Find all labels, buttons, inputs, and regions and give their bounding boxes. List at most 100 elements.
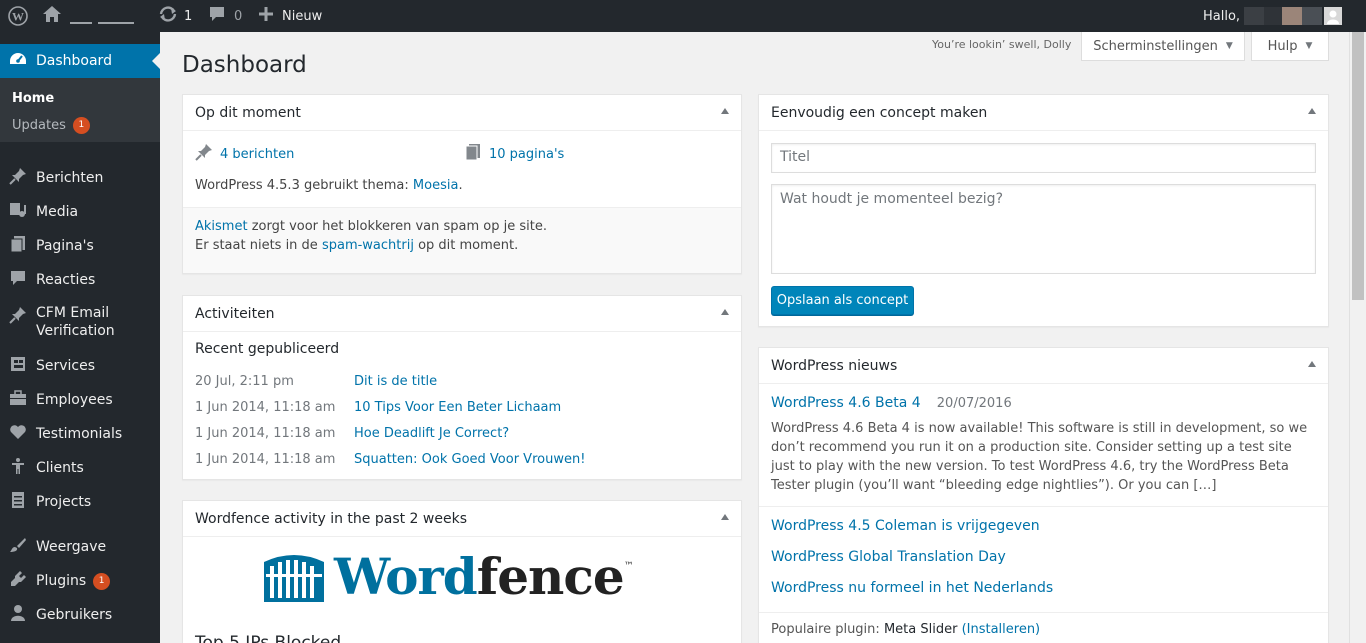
plus-icon: [258, 6, 274, 26]
activity-widget: Activiteiten Recent gepubliceerd 20 Jul,…: [182, 295, 742, 480]
scrollbar-thumb[interactable]: [1352, 32, 1364, 300]
my-account-link[interactable]: Hallo,: [1203, 0, 1343, 32]
pin-icon: [0, 167, 36, 189]
caret-down-icon: ▼: [1305, 41, 1313, 51]
services-icon: [0, 355, 36, 377]
widget-header[interactable]: Op dit moment: [183, 95, 741, 131]
menu-weergave[interactable]: Weergave: [0, 537, 160, 557]
heart-icon: [0, 423, 36, 445]
menu-clients[interactable]: Clients: [0, 458, 160, 478]
svg-text:W: W: [12, 10, 24, 24]
akismet-line: Akismet zorgt voor het blokkeren van spa…: [195, 219, 547, 234]
username-redacted: [1282, 7, 1303, 25]
menu-cfm-email-verification[interactable]: CFM Email Verification: [0, 304, 160, 340]
comment-icon: [208, 5, 226, 27]
news-link[interactable]: WordPress Global Translation Day: [771, 549, 1006, 565]
collapse-toggle-icon[interactable]: [1308, 361, 1316, 367]
admin-menu: Dashboard Home Updates 1 Berichten Media…: [0, 32, 160, 643]
posts-count-link[interactable]: 4 berichten: [195, 143, 294, 165]
activity-post-link[interactable]: Hoe Deadlift Je Correct?: [354, 426, 509, 441]
spam-text-after: op dit moment.: [413, 238, 519, 253]
menu-label: Reacties: [36, 272, 96, 288]
activity-post-link[interactable]: Dit is de title: [354, 374, 437, 389]
popular-plugin: Populaire plugin: Meta Slider (Installer…: [771, 622, 1040, 637]
submenu-home[interactable]: Home: [12, 91, 54, 106]
clients-icon: [0, 457, 36, 479]
top-ips-heading: Top 5 IPs Blocked: [195, 633, 342, 643]
collapse-toggle-icon[interactable]: [721, 108, 729, 114]
pages-count-link[interactable]: 10 pagina's: [465, 143, 564, 165]
menu-paginas[interactable]: Pagina's: [0, 236, 160, 256]
akismet-section: Akismet zorgt voor het blokkeren van spa…: [183, 207, 741, 273]
comments-icon: [0, 269, 36, 291]
menu-testimonials[interactable]: Testimonials: [0, 424, 160, 444]
new-content-link[interactable]: Nieuw: [258, 0, 322, 32]
draft-content-textarea[interactable]: Wat houdt je momenteel bezig?: [771, 184, 1316, 274]
menu-label: Media: [36, 204, 79, 220]
wordpress-news-widget: WordPress nieuws WordPress 4.6 Beta 4 20…: [758, 347, 1329, 643]
activity-post-link[interactable]: Squatten: Ook Goed Voor Vrouwen!: [354, 452, 585, 467]
updates-link[interactable]: 1: [158, 0, 192, 32]
screen-options-button[interactable]: Scherminstellingen ▼: [1081, 32, 1245, 61]
menu-services[interactable]: Services: [0, 356, 160, 376]
posts-count-text: 4 berichten: [220, 146, 295, 162]
widget-header[interactable]: Wordfence activity in the past 2 weeks: [183, 501, 741, 537]
widget-title: WordPress nieuws: [771, 357, 898, 374]
save-draft-button[interactable]: Opslaan als concept: [771, 286, 914, 315]
widget-title: Wordfence activity in the past 2 weeks: [195, 510, 467, 527]
menu-projects[interactable]: Projects: [0, 492, 160, 512]
wordpress-logo-icon[interactable]: W: [8, 0, 28, 32]
comments-link[interactable]: 0: [208, 0, 242, 32]
popular-plugin-name: Meta Slider: [883, 622, 958, 637]
menu-media[interactable]: Media: [0, 202, 160, 222]
news-lead-date: 20/07/2016: [936, 396, 1012, 411]
menu-label: Services: [36, 358, 96, 374]
site-name-redacted: [98, 22, 134, 24]
menu-gebruikers[interactable]: Gebruikers: [0, 605, 160, 625]
wordfence-widget: Wordfence activity in the past 2 weeks W…: [182, 500, 742, 643]
theme-link[interactable]: Moesia: [413, 178, 459, 193]
widget-header[interactable]: Eenvoudig een concept maken: [759, 95, 1328, 131]
menu-dashboard[interactable]: Dashboard: [0, 44, 160, 78]
page-scrollbar[interactable]: [1349, 32, 1366, 643]
username-redacted: [1302, 7, 1323, 25]
wordfence-logo-fence: fence: [476, 547, 625, 606]
popular-plugin-install-link[interactable]: (Installeren): [962, 622, 1041, 637]
akismet-link[interactable]: Akismet: [195, 219, 248, 234]
draft-title-input[interactable]: Titel: [771, 143, 1316, 173]
plugins-badge: 1: [93, 572, 111, 590]
site-home-link[interactable]: [42, 0, 134, 32]
avatar[interactable]: [1324, 7, 1343, 25]
appearance-icon: [0, 536, 36, 558]
submenu-updates[interactable]: Updates 1: [12, 117, 90, 134]
menu-label: Pagina's: [36, 238, 94, 254]
home-icon: [42, 5, 62, 27]
recent-published-heading: Recent gepubliceerd: [195, 341, 340, 357]
updates-count: 1: [184, 8, 193, 24]
collapse-toggle-icon[interactable]: [1308, 108, 1316, 114]
widget-header[interactable]: WordPress nieuws: [759, 348, 1328, 384]
refresh-icon: [158, 5, 178, 27]
widget-header[interactable]: Activiteiten: [183, 296, 741, 332]
menu-berichten[interactable]: Berichten: [0, 168, 160, 188]
activity-post-link[interactable]: 10 Tips Voor Een Beter Lichaam: [354, 400, 561, 415]
menu-reacties[interactable]: Reacties: [0, 270, 160, 290]
collapse-toggle-icon[interactable]: [721, 514, 729, 520]
help-label: Hulp: [1267, 38, 1298, 54]
menu-label: Employees: [36, 392, 113, 408]
news-link[interactable]: WordPress nu formeel in het Nederlands: [771, 580, 1053, 596]
help-button[interactable]: Hulp ▼: [1251, 32, 1329, 61]
news-lead-title-link[interactable]: WordPress 4.6 Beta 4: [771, 395, 921, 411]
at-a-glance-widget: Op dit moment 4 berichten 10 pagina's Wo…: [182, 94, 742, 274]
menu-plugins[interactable]: Plugins 1: [0, 571, 160, 591]
collapse-toggle-icon[interactable]: [721, 309, 729, 315]
news-lead: WordPress 4.6 Beta 4 20/07/2016: [771, 395, 1012, 411]
page-title: Dashboard: [182, 52, 307, 78]
plugins-icon: [0, 570, 36, 592]
menu-employees[interactable]: Employees: [0, 390, 160, 410]
spam-queue-link[interactable]: spam-wachtrij: [322, 238, 414, 253]
menu-label: CFM Email Verification: [36, 305, 115, 339]
widget-title: Op dit moment: [195, 104, 301, 121]
news-link[interactable]: WordPress 4.5 Coleman is vrijgegeven: [771, 518, 1040, 534]
username-redacted: [1244, 7, 1265, 25]
